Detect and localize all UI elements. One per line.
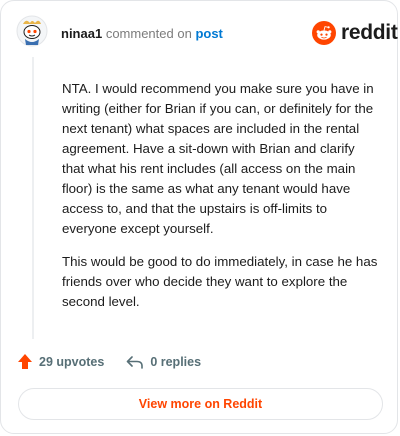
comment-verb: commented on: [105, 26, 192, 41]
reddit-alien-icon: [312, 21, 336, 45]
upvote-arrow-icon: [18, 354, 32, 369]
view-more-button[interactable]: View more on Reddit: [18, 388, 383, 420]
username[interactable]: ninaa1: [61, 26, 102, 41]
reddit-wordmark: reddit: [341, 21, 398, 44]
thread-line: [32, 57, 34, 339]
reddit-logo[interactable]: reddit: [312, 21, 398, 45]
snoo-avatar-icon: [16, 15, 48, 47]
reply-count: 0 replies: [150, 354, 202, 369]
replies-button[interactable]: 0 replies: [126, 355, 201, 369]
reddit-comment-card: ninaa1 commented on post reddit NTA. I w…: [0, 0, 398, 434]
post-link[interactable]: post: [195, 26, 222, 41]
comment-body: NTA. I would recommend you make sure you…: [62, 79, 380, 325]
user-avatar[interactable]: [16, 15, 48, 47]
upvote-button[interactable]: 29 upvotes: [17, 353, 104, 370]
comment-header: ninaa1 commented on post: [61, 27, 223, 41]
view-more-label: View more on Reddit: [138, 397, 263, 411]
reply-arrow-icon: [127, 355, 144, 369]
comment-paragraph: This would be good to do immediately, in…: [62, 254, 378, 309]
comment-paragraph: NTA. I would recommend you make sure you…: [62, 81, 374, 236]
comment-actions: 29 upvotes 0 replies: [17, 353, 201, 370]
upvote-count: 29 upvotes: [39, 354, 105, 369]
